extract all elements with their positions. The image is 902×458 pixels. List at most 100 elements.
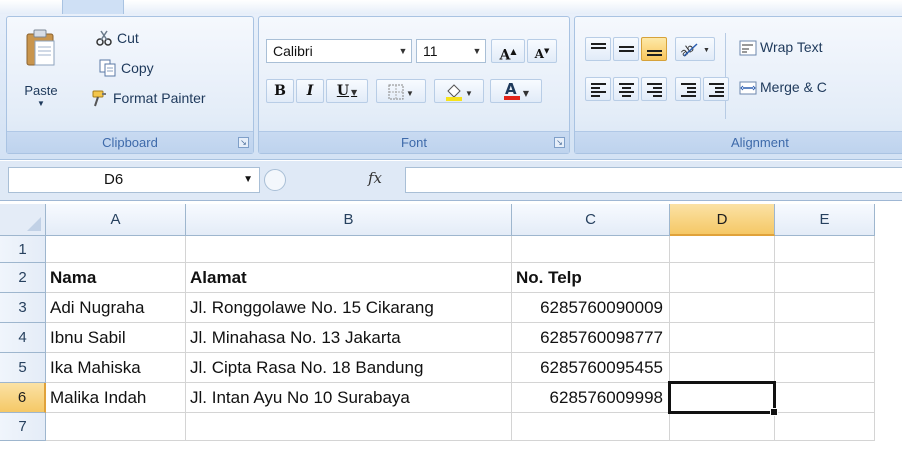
cell-c5[interactable]: 6285760095455 <box>512 353 670 383</box>
cell-b4[interactable]: Jl. Minahasa No. 13 Jakarta <box>186 323 512 353</box>
column-header-c[interactable]: C <box>512 204 670 236</box>
chevron-down-icon[interactable]: ▼ <box>243 168 253 192</box>
cell-a4[interactable]: Ibnu Sabil <box>46 323 186 353</box>
clipboard-icon <box>26 29 55 66</box>
row-header-4[interactable]: 4 <box>0 323 46 353</box>
cell-a7[interactable] <box>46 413 186 441</box>
cell-a6[interactable]: Malika Indah <box>46 383 186 413</box>
copy-button[interactable]: Copy <box>99 57 154 79</box>
column-header-a[interactable]: A <box>46 204 186 236</box>
italic-button[interactable]: I <box>296 79 324 103</box>
chevron-down-icon[interactable]: ▼ <box>35 99 47 108</box>
chevron-down-icon[interactable]: ▼ <box>469 40 485 62</box>
cell-c1[interactable] <box>512 236 670 263</box>
formula-input[interactable] <box>405 167 902 193</box>
clipboard-group: Paste ▼ Cut Copy Format Painter Clipboar… <box>6 16 254 154</box>
cell-c2[interactable]: No. Telp <box>512 263 670 293</box>
format-painter-label: Format Painter <box>113 90 206 106</box>
cell-e6[interactable] <box>775 383 875 413</box>
cell-c7[interactable] <box>512 413 670 441</box>
cell-a3[interactable]: Adi Nugraha <box>46 293 186 323</box>
cancel-formula-icon <box>264 169 286 191</box>
wrap-text-button[interactable]: Wrap Text <box>739 39 823 56</box>
cut-button[interactable]: Cut <box>95 27 139 49</box>
select-all-button[interactable] <box>0 204 46 236</box>
column-header-d[interactable]: D <box>670 204 775 236</box>
paintbrush-icon <box>92 90 106 107</box>
cell-a1[interactable] <box>46 236 186 263</box>
column-header-b[interactable]: B <box>186 204 512 236</box>
name-box[interactable]: D6 ▼ <box>8 167 260 193</box>
cell-e4[interactable] <box>775 323 875 353</box>
cell-b2[interactable]: Alamat <box>186 263 512 293</box>
fill-color-button[interactable]: ▼ <box>434 79 484 103</box>
cell-a5[interactable]: Ika Mahiska <box>46 353 186 383</box>
cell-d5[interactable] <box>670 353 775 383</box>
ribbon: Paste ▼ Cut Copy Format Painter Clipboar… <box>0 0 902 160</box>
row-header-6[interactable]: 6 <box>0 383 46 413</box>
borders-icon <box>388 84 404 100</box>
paint-bucket-icon <box>446 84 463 102</box>
borders-button[interactable]: ▼ <box>376 79 426 103</box>
increase-indent-button[interactable] <box>703 77 729 101</box>
cell-b6[interactable]: Jl. Intan Ayu No 10 Surabaya <box>186 383 512 413</box>
row-header-7[interactable]: 7 <box>0 413 46 441</box>
align-center-button[interactable] <box>613 77 639 101</box>
cell-b5[interactable]: Jl. Cipta Rasa No. 18 Bandung <box>186 353 512 383</box>
align-top-button[interactable] <box>585 37 611 61</box>
align-right-button[interactable] <box>641 77 667 101</box>
cell-e2[interactable] <box>775 263 875 293</box>
decrease-indent-button[interactable] <box>675 77 701 101</box>
cell-c4[interactable]: 6285760098777 <box>512 323 670 353</box>
font-size-combo[interactable]: 11 ▼ <box>416 39 486 63</box>
font-size-value: 11 <box>423 43 438 59</box>
cell-d7[interactable] <box>670 413 775 441</box>
cell-e1[interactable] <box>775 236 875 263</box>
merge-center-button[interactable]: Merge & C <box>739 79 827 96</box>
font-color-swatch <box>503 96 520 100</box>
cell-b3[interactable]: Jl. Ronggolawe No. 15 Cikarang <box>186 293 512 323</box>
paste-button[interactable]: Paste ▼ <box>17 27 65 109</box>
bold-label: B <box>274 83 286 99</box>
paste-label: Paste <box>24 83 58 98</box>
dialog-launcher-icon[interactable]: ↘ <box>554 137 565 148</box>
row-header-2[interactable]: 2 <box>0 263 46 293</box>
cell-e3[interactable] <box>775 293 875 323</box>
font-color-button[interactable]: A ▼ <box>490 79 542 103</box>
align-bottom-button[interactable] <box>641 37 667 61</box>
underline-button[interactable]: U ▼ <box>326 79 368 103</box>
align-middle-button[interactable] <box>613 37 639 61</box>
bold-button[interactable]: B <box>266 79 294 103</box>
cell-d4[interactable] <box>670 323 775 353</box>
svg-text:▼: ▼ <box>703 47 710 54</box>
row-header-1[interactable]: 1 <box>0 236 46 263</box>
shrink-font-button[interactable]: A▼ <box>527 39 557 63</box>
row-header-5[interactable]: 5 <box>0 353 46 383</box>
column-header-e[interactable]: E <box>775 204 875 236</box>
align-left-button[interactable] <box>585 77 611 101</box>
align-center-icon <box>619 83 634 97</box>
cell-c3[interactable]: 6285760090009 <box>512 293 670 323</box>
merge-cells-icon <box>739 81 757 95</box>
grow-font-button[interactable]: A▲ <box>491 39 525 64</box>
cell-a2[interactable]: Nama <box>46 263 186 293</box>
font-name-combo[interactable]: Calibri ▼ <box>266 39 412 63</box>
cell-c6[interactable]: 628576009998 <box>512 383 670 413</box>
row-header-3[interactable]: 3 <box>0 293 46 323</box>
cell-b1[interactable] <box>186 236 512 263</box>
cell-e5[interactable] <box>775 353 875 383</box>
dialog-launcher-icon[interactable]: ↘ <box>238 137 249 148</box>
cell-d2[interactable] <box>670 263 775 293</box>
cell-selection-border <box>668 381 778 416</box>
cut-label: Cut <box>117 30 139 46</box>
cell-b7[interactable] <box>186 413 512 441</box>
cell-d1[interactable] <box>670 236 775 263</box>
cell-d3[interactable] <box>670 293 775 323</box>
chevron-down-icon[interactable]: ▼ <box>395 40 411 62</box>
insert-function-icon[interactable]: fx <box>368 169 382 187</box>
align-bottom-icon <box>647 50 662 62</box>
chevron-down-icon: ▼ <box>406 89 414 98</box>
format-painter-button[interactable]: Format Painter <box>91 87 206 109</box>
cell-e7[interactable] <box>775 413 875 441</box>
orientation-button[interactable]: ab ▼ <box>675 37 715 61</box>
